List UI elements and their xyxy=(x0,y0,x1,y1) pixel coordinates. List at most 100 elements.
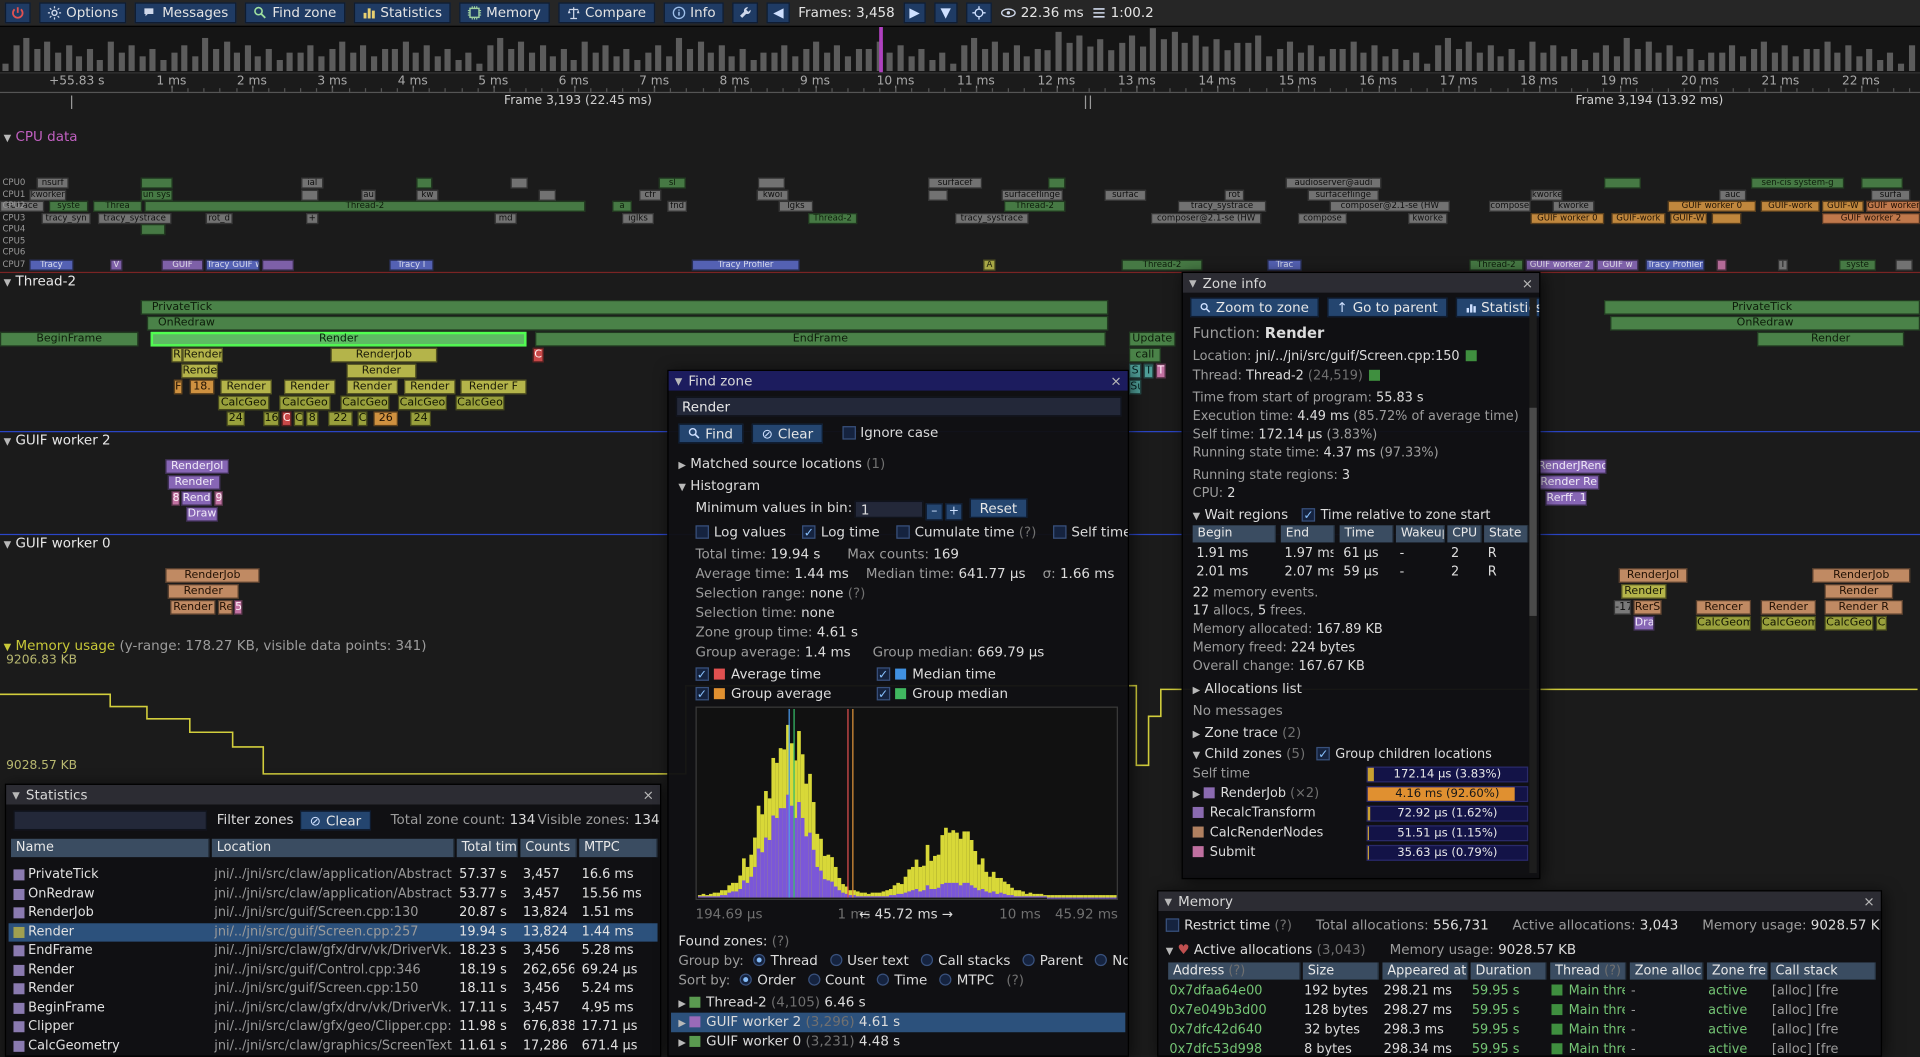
legend-item[interactable]: Group average xyxy=(696,684,832,702)
mem-appeared[interactable]: 298.21 ms xyxy=(1384,982,1467,1000)
timeline-zone[interactable]: sl xyxy=(659,178,686,189)
histogram-plot[interactable] xyxy=(696,707,1118,900)
timeline-zone[interactable]: Render xyxy=(1824,584,1893,599)
timeline-zone[interactable]: Render xyxy=(168,475,221,490)
stats-name[interactable]: CalcGeometry xyxy=(28,1037,209,1055)
timeline-zone[interactable]: 18. xyxy=(190,380,214,395)
mem-col-header[interactable]: Appeared at xyxy=(1382,962,1468,979)
timeline-zone[interactable]: surfaceflinge xyxy=(1308,190,1379,201)
stats-name[interactable]: Render xyxy=(28,961,209,979)
timeline-zone[interactable]: T xyxy=(1156,364,1166,379)
timeline-zone[interactable]: RenderJol xyxy=(165,459,229,474)
mem-zone-alloc[interactable]: - xyxy=(1631,1041,1702,1057)
radio-order[interactable] xyxy=(740,973,752,985)
collapse-icon[interactable]: ▼ xyxy=(4,132,12,143)
find-button[interactable]: Find xyxy=(678,424,742,444)
timeline-zone[interactable]: Render xyxy=(1757,332,1904,347)
collapse-icon[interactable]: ▼ xyxy=(12,789,20,800)
timeline-zone[interactable]: Render R xyxy=(1824,600,1902,615)
timeline-zone[interactable]: Tracy I xyxy=(389,260,433,271)
timeline-zone[interactable]: Render xyxy=(347,364,417,379)
timeline-zone[interactable]: PrivateTick xyxy=(1604,300,1920,315)
timeline-zone[interactable]: RenderJob xyxy=(1812,568,1910,583)
stats-mtpc[interactable]: 671.4 μs xyxy=(582,1037,655,1055)
mem-col-header[interactable]: Zone alloc xyxy=(1630,962,1703,979)
timeline-zone[interactable]: Rerff. 16 xyxy=(1545,491,1587,506)
timeline-zone[interactable]: GUIF worker xyxy=(1866,201,1920,212)
compare-button[interactable]: Compare xyxy=(558,2,655,23)
timeline-zone[interactable] xyxy=(1717,260,1727,271)
info-button[interactable]: Info xyxy=(663,2,724,23)
timeline-zone[interactable]: surfa xyxy=(1871,190,1910,201)
timeline-zone[interactable] xyxy=(1896,260,1913,271)
allocations-list[interactable]: ▶ Allocations list xyxy=(1193,680,1302,698)
cumulate-time-checkbox[interactable] xyxy=(896,525,909,538)
timeline-zone[interactable]: Rencer xyxy=(1696,600,1751,615)
timeline-zone[interactable]: surfac xyxy=(1104,190,1146,201)
zone-group-row[interactable]: ▶ Thread-2 (4,105) 6.46 s xyxy=(671,993,1125,1013)
mem-size[interactable]: 192 bytes xyxy=(1304,982,1377,1000)
stats-mtpc[interactable]: 69.24 μs xyxy=(582,961,655,979)
zone-trace[interactable]: ▶ Zone trace (2) xyxy=(1193,724,1302,742)
timeline-zone[interactable]: Render xyxy=(347,380,398,395)
statistics-titlebar[interactable]: ▼Statistics× xyxy=(6,785,660,805)
stats-count[interactable]: 3,456 xyxy=(523,980,574,998)
close-icon[interactable]: × xyxy=(1863,893,1874,909)
stats-total-time[interactable]: 11.61 s xyxy=(459,1037,515,1055)
timeline-zone[interactable]: C xyxy=(1876,616,1887,631)
mem-duration[interactable]: 59.95 s xyxy=(1472,1002,1545,1020)
timeline-zone[interactable]: 8 xyxy=(306,411,318,426)
mem-col-header[interactable]: Address (?) xyxy=(1168,962,1300,979)
stats-count[interactable]: 13,824 xyxy=(523,923,574,941)
timeline-zone[interactable]: un sys xyxy=(141,190,173,201)
close-icon[interactable]: × xyxy=(1110,373,1121,389)
mem-thread[interactable]: Main thread xyxy=(1551,1002,1624,1020)
timeline-zone[interactable]: Thread-2 xyxy=(1004,201,1065,212)
matched-source-locations[interactable]: ▶ Matched source locations (1) xyxy=(678,454,885,472)
timeline-zone[interactable]: tracy_systrace xyxy=(98,213,171,224)
legend-item[interactable]: Average time xyxy=(696,665,822,683)
close-icon[interactable]: × xyxy=(1522,275,1533,291)
mem-address[interactable]: 0x7dfaa64e00 xyxy=(1169,982,1299,1000)
wait-col-header[interactable]: Begin xyxy=(1193,525,1276,542)
stats-count[interactable]: 676,838 xyxy=(523,1018,574,1036)
timeline-zone[interactable] xyxy=(511,178,528,189)
timeline-zone[interactable] xyxy=(416,178,432,189)
timeline-zone[interactable]: syste xyxy=(1839,260,1876,271)
stats-count[interactable]: 262,656 xyxy=(523,961,574,979)
timeline-zone[interactable]: Re xyxy=(218,600,233,615)
stats-total-time[interactable]: 18.11 s xyxy=(459,980,515,998)
radio-count[interactable] xyxy=(808,973,820,985)
timeline-zone[interactable] xyxy=(301,190,318,201)
radio-user-text[interactable] xyxy=(830,954,842,966)
collapse-icon[interactable]: ▼ xyxy=(1164,896,1172,907)
timeline-zone[interactable]: rot xyxy=(1224,190,1244,201)
mem-duration[interactable]: 59.95 s xyxy=(1472,1041,1545,1057)
mem-zone-free[interactable]: active xyxy=(1708,982,1767,1000)
timeline-zone[interactable] xyxy=(539,190,556,201)
scrollbar[interactable] xyxy=(1529,298,1536,874)
stats-name[interactable]: PrivateTick xyxy=(28,866,209,884)
mem-col-header[interactable]: Duration xyxy=(1471,962,1547,979)
close-icon[interactable]: × xyxy=(643,787,654,803)
mem-zone-alloc[interactable]: - xyxy=(1631,1021,1702,1039)
mem-zone-free[interactable]: active xyxy=(1708,1041,1767,1057)
zone-thread[interactable]: Thread: Thread-2 (24,519) xyxy=(1193,367,1380,385)
stats-mtpc[interactable]: 5.28 ms xyxy=(582,942,655,960)
timeline-zone[interactable]: audioserver@audi xyxy=(1286,178,1382,189)
timeline-zone[interactable]: syste xyxy=(49,201,88,212)
zone-group-row[interactable]: ▶ GUIF worker 0 (3,231) 4.48 s xyxy=(671,1032,1125,1052)
timeline-zone[interactable]: 26 xyxy=(373,411,397,426)
timeline-zone[interactable]: GUIF worker 2 xyxy=(1526,260,1595,271)
mem-duration[interactable]: 59.95 s xyxy=(1472,1021,1545,1039)
timeline-zone[interactable]: lgks xyxy=(779,201,813,212)
pause-button[interactable]: ▼ xyxy=(934,2,957,23)
zone-group-row[interactable]: ▶ GUIF worker 1 (3,192) 4.39 s xyxy=(671,1052,1125,1057)
collapse-icon[interactable]: ▼ xyxy=(1189,277,1197,288)
timeline-zone[interactable]: Render xyxy=(404,380,455,395)
timeline-zone[interactable]: Render F xyxy=(460,380,526,395)
timeline-zone[interactable] xyxy=(141,224,165,235)
timeline-zone[interactable]: 24 xyxy=(410,411,431,426)
timeline-zone[interactable]: -17 xyxy=(1614,600,1631,615)
stats-col-header[interactable]: MTPC xyxy=(579,839,657,857)
